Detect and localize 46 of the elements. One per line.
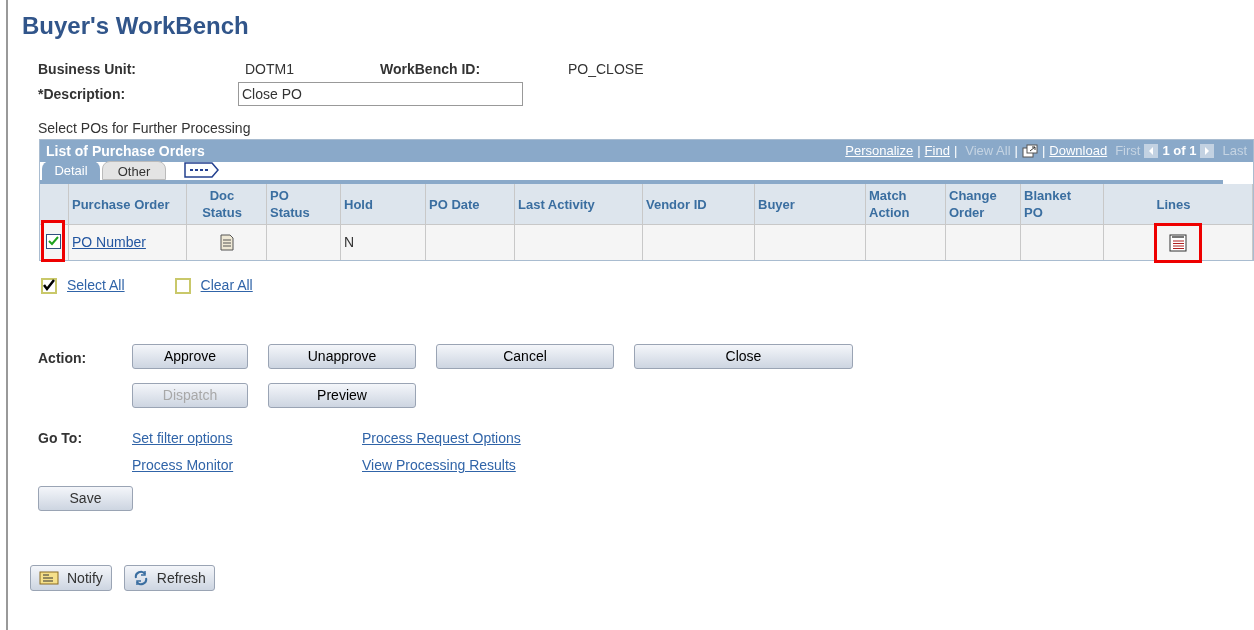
separator: | [1041,142,1046,161]
action-label: Action: [38,349,88,368]
action-button[interactable]: Unapprove [268,344,416,369]
envelope-icon [39,571,59,585]
page-count: 1 of 1 [1162,142,1197,161]
check-icon [47,236,59,246]
separator: | [1014,142,1018,161]
action-button[interactable]: Cancel [436,344,614,369]
refresh-button[interactable]: Refresh [123,565,215,591]
action-button[interactable]: Preview [268,383,416,408]
description-field[interactable]: Close PO [238,82,523,106]
field-label: *Description: [38,84,127,104]
grid-nav-text: View All [965,142,1011,161]
separator: | [917,142,921,161]
grid-tab[interactable]: Other [102,161,166,180]
field-value: PO_CLOSE [568,59,644,79]
save-button[interactable]: Save [38,486,133,511]
goto-label: Go To: [38,429,84,448]
goto-link[interactable]: View Processing Results [362,455,521,476]
refresh-icon [132,570,149,586]
lines-icon[interactable] [1168,232,1188,253]
goto-link[interactable]: Set filter options [132,428,362,449]
separator: | [953,142,958,161]
action-button[interactable]: Approve [132,344,248,369]
page-title: Buyer's WorkBench [22,11,250,41]
grid-title: List of Purchase Orders [46,141,206,161]
field-value: DOTM1 [245,59,295,79]
section-label: Select POs for Further Processing [38,119,252,138]
po-number-link[interactable]: PO Number [72,232,146,253]
goto-link[interactable]: Process Request Options [362,428,521,449]
field-label: Business Unit: [38,59,137,79]
grid-nav-text: First [1115,142,1141,161]
action-button[interactable]: Close [634,344,853,369]
show-all-columns-icon[interactable] [184,162,220,178]
notify-button[interactable]: Notify [30,565,112,591]
clear-all-link[interactable]: Clear All [200,275,253,296]
popout-icon[interactable] [1021,144,1038,158]
goto-link[interactable]: Process Monitor [132,455,362,476]
grid-nav-text: Last [1222,142,1247,161]
document-icon [219,234,234,251]
select-all-link[interactable]: Select All [67,275,125,296]
uncheck-all-icon[interactable] [174,277,191,294]
table-cell-text: N [344,233,355,252]
row-checkbox[interactable] [45,233,61,249]
field-label: WorkBench ID: [380,59,482,79]
check-all-icon[interactable] [41,277,57,294]
